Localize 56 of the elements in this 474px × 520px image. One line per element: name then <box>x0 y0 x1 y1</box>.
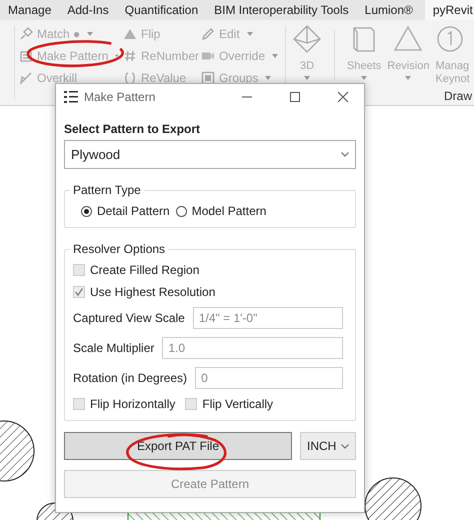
ribbon-tab[interactable]: pyRevit <box>424 0 474 20</box>
ribbon-button[interactable]: Overkill <box>19 70 119 86</box>
checkbox[interactable] <box>185 398 198 410</box>
numbered-circle-icon <box>435 24 466 54</box>
field-label: Rotation (in Degrees) <box>73 371 188 385</box>
maximize-icon <box>289 90 301 102</box>
radio-label: Model Pattern <box>192 204 266 218</box>
ribbon-button[interactable]: ReNumber <box>123 48 197 64</box>
checkbox[interactable] <box>73 286 85 298</box>
ribbon-button[interactable]: Override <box>201 48 279 64</box>
ribbon-large-button[interactable]: Revision <box>387 24 430 86</box>
brush-icon <box>19 27 33 41</box>
section-label: Select Pattern to Export <box>64 122 202 136</box>
pattern-dropdown[interactable]: Plywood <box>64 140 356 169</box>
window-title: Make Pattern <box>84 90 156 104</box>
checkbox-label: Use Highest Resolution <box>90 285 216 299</box>
panel-label: Draw <box>444 89 472 103</box>
check-icon <box>74 287 84 297</box>
ribbon-button[interactable]: Match ● <box>19 26 119 42</box>
ribbon-tab[interactable]: Quantification <box>116 0 206 20</box>
ribbon-button[interactable]: Groups <box>201 70 279 86</box>
broom-icon <box>19 71 33 85</box>
grid-icon <box>19 49 33 63</box>
radio-button[interactable] <box>81 206 92 216</box>
radio-button[interactable] <box>176 206 187 216</box>
pencil-icon <box>201 27 215 41</box>
group-label: Pattern Type <box>70 183 144 197</box>
checkbox-label: Flip Horizontally <box>90 397 176 411</box>
checkbox-label: Create Filled Region <box>90 263 200 277</box>
export-button[interactable]: Export PAT File <box>64 432 292 460</box>
ribbon-tab[interactable]: BIM Interoperability Tools <box>206 0 357 20</box>
ribbon-large-button[interactable]: 3D <box>292 24 322 86</box>
ribbon-button[interactable]: Edit <box>201 26 279 42</box>
ribbon-large-button[interactable]: Sheets <box>347 24 382 86</box>
ribbon-tab[interactable]: Manage <box>0 0 60 20</box>
ribbon-button[interactable]: ReValue <box>123 70 197 86</box>
checkbox[interactable] <box>73 398 85 410</box>
group-label: Resolver Options <box>70 242 168 256</box>
chevron-icon <box>341 444 349 448</box>
cube-icon <box>292 24 322 54</box>
ribbon-large-button[interactable]: Manag Keynot <box>435 24 470 86</box>
unit-dropdown[interactable]: INCH <box>300 432 356 460</box>
ribbon-button[interactable]: Flip <box>123 26 197 42</box>
field-label: Scale Multiplier <box>73 341 154 355</box>
checkbox-label: Flip Vertically <box>202 397 274 411</box>
radio-label: Detail Pattern <box>97 204 170 218</box>
ribbon-button[interactable]: Make Pattern <box>19 48 119 64</box>
hash-icon <box>123 49 137 63</box>
chevron-icon <box>341 152 349 157</box>
list-icon <box>64 90 78 102</box>
field-label: Captured View Scale <box>73 311 185 325</box>
warning-icon <box>123 27 137 41</box>
checkbox[interactable] <box>73 264 85 276</box>
ribbon-tab[interactable]: Lumion® <box>356 0 421 20</box>
close-icon[interactable] <box>337 90 349 102</box>
ribbon-tab[interactable]: Add-Ins <box>59 0 117 20</box>
